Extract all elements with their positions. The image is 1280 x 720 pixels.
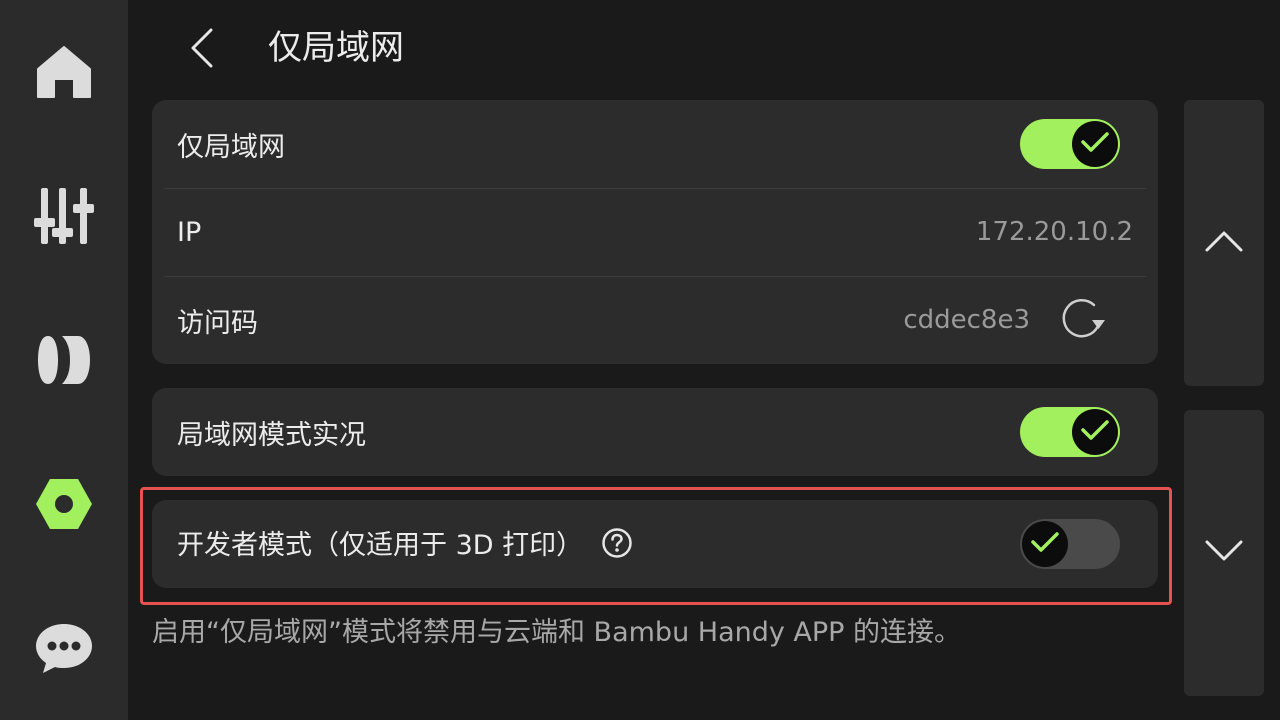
liveview-card: 局域网模式实况 <box>152 388 1158 476</box>
access-code-value: cddec8e3 <box>903 305 1030 335</box>
developer-mode-label-wrap: 开发者模式（仅适用于 3D 打印） <box>177 523 633 566</box>
access-code-label: 访问码 <box>177 307 258 339</box>
toggle-knob <box>1072 121 1118 167</box>
refresh-icon <box>1058 296 1108 344</box>
lan-only-row: 仅局域网 <box>152 100 1158 188</box>
filament-icon <box>38 334 90 386</box>
check-icon <box>1031 531 1059 557</box>
developer-mode-label: 开发者模式（仅适用于 3D 打印） <box>177 529 584 561</box>
ip-label: IP <box>177 216 202 248</box>
check-icon <box>1081 131 1109 157</box>
liveview-label: 局域网模式实况 <box>177 419 366 451</box>
chevron-up-icon <box>1205 230 1243 256</box>
back-button[interactable] <box>178 22 226 78</box>
toggle-knob <box>1072 409 1118 455</box>
nav-controls[interactable] <box>0 166 128 266</box>
lan-only-label: 仅局域网 <box>177 131 285 163</box>
refresh-access-code-button[interactable] <box>1056 293 1110 347</box>
lan-only-toggle[interactable] <box>1020 119 1120 169</box>
developer-mode-toggle[interactable] <box>1020 519 1120 569</box>
lan-settings-card: 仅局域网 IP 172.20.10.2 访问码 cddec8e3 <box>152 100 1158 364</box>
chat-icon <box>35 622 93 674</box>
toggle-knob <box>1022 521 1068 567</box>
home-icon <box>36 45 92 99</box>
scroll-down-button[interactable] <box>1184 410 1264 696</box>
sidebar <box>0 0 128 720</box>
nav-filament[interactable] <box>0 310 128 410</box>
check-icon <box>1081 419 1109 445</box>
lan-mode-note: 启用“仅局域网”模式将禁用与云端和 Bambu Handy APP 的连接。 <box>152 617 962 648</box>
sliders-icon <box>34 186 94 246</box>
liveview-toggle[interactable] <box>1020 407 1120 457</box>
ip-row: IP 172.20.10.2 <box>152 188 1158 276</box>
access-code-row: 访问码 cddec8e3 <box>152 276 1158 364</box>
liveview-row: 局域网模式实况 <box>152 388 1158 476</box>
page-title: 仅局域网 <box>268 28 404 68</box>
developer-mode-card: 开发者模式（仅适用于 3D 打印） <box>152 500 1158 588</box>
chevron-left-icon <box>189 28 215 72</box>
help-circle-icon[interactable] <box>601 527 633 566</box>
nav-messages[interactable] <box>0 598 128 698</box>
header: 仅局域网 <box>128 0 1158 100</box>
nav-home[interactable] <box>0 22 128 122</box>
chevron-down-icon <box>1205 540 1243 566</box>
nav-settings[interactable] <box>0 454 128 554</box>
scroll-up-button[interactable] <box>1184 100 1264 386</box>
settings-hex-icon <box>35 478 93 530</box>
ip-value: 172.20.10.2 <box>975 217 1133 247</box>
developer-mode-row: 开发者模式（仅适用于 3D 打印） <box>152 500 1158 588</box>
